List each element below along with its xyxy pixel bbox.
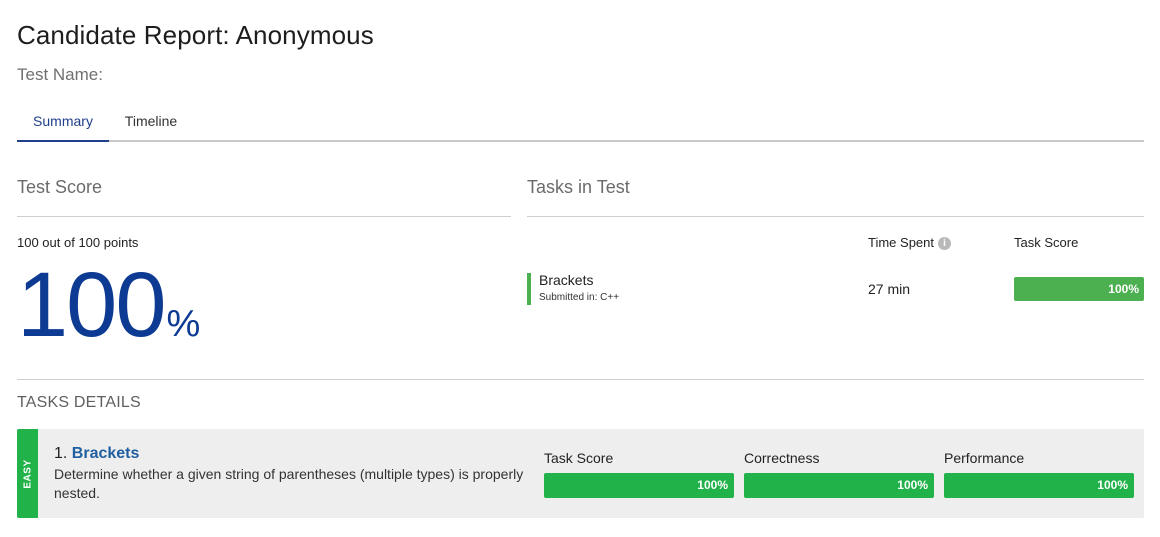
test-score-value: 100% bbox=[17, 255, 200, 355]
difficulty-badge: EASY bbox=[17, 429, 38, 518]
task-name-link[interactable]: Brackets bbox=[72, 445, 140, 462]
task-name: Brackets bbox=[539, 272, 594, 288]
divider bbox=[527, 216, 1144, 217]
task-description: Determine whether a given string of pare… bbox=[54, 466, 524, 501]
info-icon[interactable]: i bbox=[938, 237, 951, 250]
metric-label: Performance bbox=[944, 450, 1025, 466]
metric-bar: 100% bbox=[944, 473, 1134, 498]
task-number: 1. bbox=[54, 445, 68, 462]
metric-label: Task Score bbox=[544, 450, 614, 466]
percent-sign: % bbox=[166, 303, 201, 345]
divider bbox=[17, 379, 1144, 380]
task-status-bar bbox=[527, 273, 531, 305]
metric-value: 100% bbox=[897, 478, 928, 492]
metric-performance: Performance 100% bbox=[944, 450, 1134, 498]
task-submitted-language: Submitted in: C++ bbox=[539, 292, 620, 303]
task-time-spent: 27 min bbox=[868, 281, 911, 297]
metric-task-score: Task Score 100% bbox=[544, 450, 734, 498]
task-detail-title: 1. Brackets bbox=[54, 445, 139, 463]
task-detail-card: EASY 1. Brackets Determine whether a giv… bbox=[17, 429, 1144, 518]
metric-bar: 100% bbox=[744, 473, 934, 498]
task-score-bar: 100% bbox=[1014, 277, 1144, 301]
time-spent-header: Time Spent i bbox=[868, 235, 951, 250]
divider bbox=[17, 216, 511, 217]
metric-value: 100% bbox=[1097, 478, 1128, 492]
task-score-header: Task Score bbox=[1014, 235, 1079, 250]
tasks-in-test-heading: Tasks in Test bbox=[527, 177, 630, 197]
task-row: Brackets Submitted in: C++ 27 min 100% bbox=[527, 272, 1144, 306]
metric-value: 100% bbox=[697, 478, 728, 492]
test-name-label: Test Name: bbox=[17, 65, 103, 84]
time-spent-label: Time Spent bbox=[868, 235, 934, 250]
metric-label: Correctness bbox=[744, 450, 820, 466]
metric-correctness: Correctness 100% bbox=[744, 450, 934, 498]
tab-bar: Summary Timeline bbox=[17, 104, 1144, 142]
page-title: Candidate Report: Anonymous bbox=[17, 20, 374, 50]
score-number: 100 bbox=[17, 254, 166, 356]
tasks-details-heading: TASKS DETAILS bbox=[17, 394, 141, 411]
metric-bar: 100% bbox=[544, 473, 734, 498]
task-score-label: 100% bbox=[1108, 282, 1139, 296]
tab-summary[interactable]: Summary bbox=[17, 104, 109, 142]
difficulty-label: EASY bbox=[22, 458, 33, 489]
test-score-heading: Test Score bbox=[17, 177, 103, 197]
tab-timeline[interactable]: Timeline bbox=[115, 104, 187, 142]
points-text: 100 out of 100 points bbox=[17, 235, 139, 250]
